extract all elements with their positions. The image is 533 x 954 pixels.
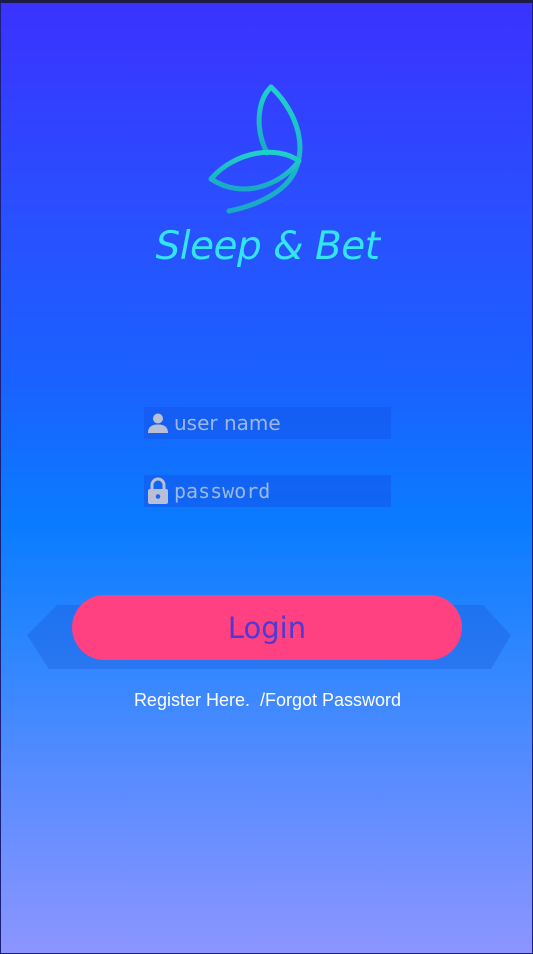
password-field[interactable] — [144, 475, 431, 507]
username-input[interactable] — [172, 408, 425, 438]
login-button[interactable]: Login — [72, 595, 462, 660]
person-icon — [144, 407, 172, 439]
register-link[interactable]: Register Here. — [134, 690, 250, 710]
leaf-logo-icon — [208, 84, 303, 214]
lock-icon — [144, 475, 172, 507]
forgot-password-link[interactable]: /Forgot Password — [260, 690, 401, 710]
login-screen: Sleep & Bet Login Register Here. /Forgot … — [0, 0, 533, 954]
password-input[interactable] — [172, 476, 431, 506]
brand-name: Sleep & Bet — [155, 224, 380, 269]
username-field[interactable] — [144, 407, 425, 439]
auth-links: Register Here. /Forgot Password — [1, 688, 532, 712]
